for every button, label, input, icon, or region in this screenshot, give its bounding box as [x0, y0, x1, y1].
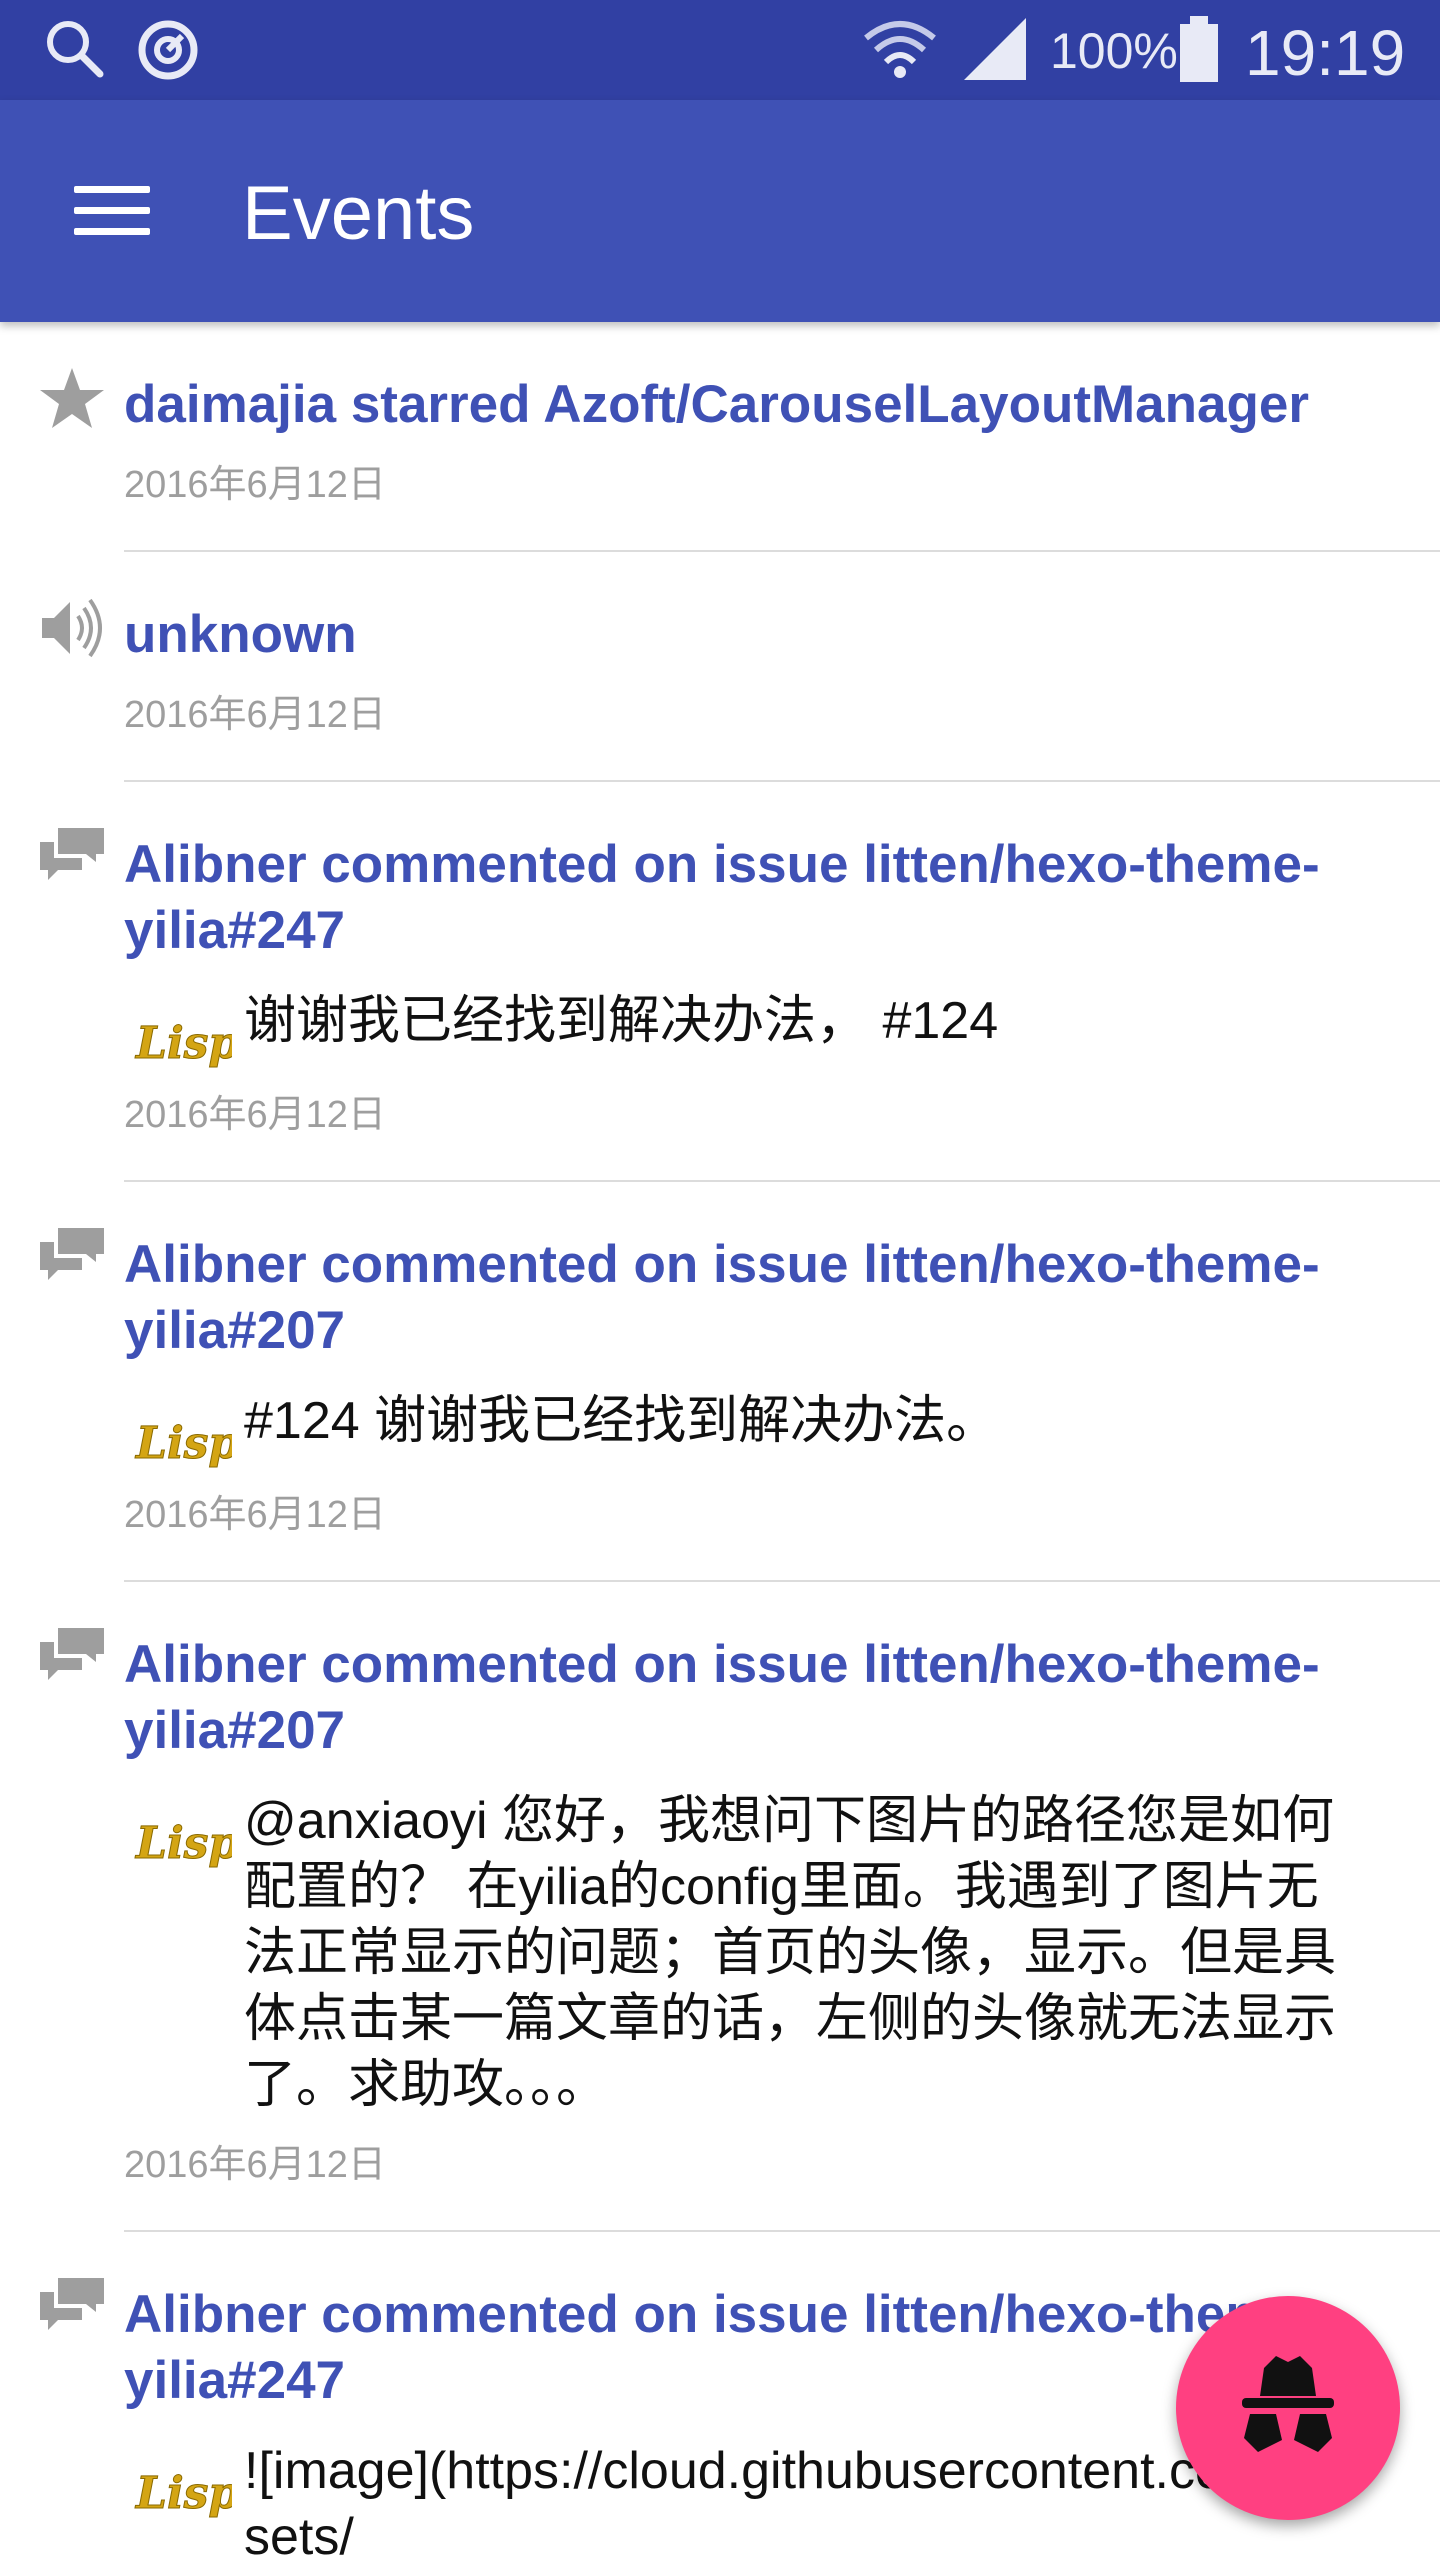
comment-text: @anxiaoyi 您好，我想问下图片的路径您是如何配置的？ 在yilia的co…	[244, 1792, 1337, 2114]
star-icon	[38, 364, 106, 432]
event-item[interactable]: daimajia starred Azoft/CarouselLayoutMan…	[0, 322, 1440, 552]
event-date: 2016年6月12日	[124, 694, 386, 736]
page-title: Events	[242, 171, 475, 256]
event-date: 2016年6月12日	[124, 1094, 386, 1136]
wifi-icon	[862, 14, 938, 91]
event-title[interactable]: daimajia starred Azoft/CarouselLayoutMan…	[124, 372, 1360, 438]
app-bar: Events	[0, 100, 1440, 322]
event-date: 2016年6月12日	[124, 1494, 386, 1536]
status-bar: 100% 19:19	[0, 0, 1440, 100]
event-item[interactable]: unknown 2016年6月12日	[0, 552, 1440, 782]
comment-text: #124 谢谢我已经找到解决办法。	[244, 1392, 999, 1450]
battery-icon	[1178, 14, 1220, 91]
search-icon	[40, 14, 110, 89]
avatar-logo: Lisp	[134, 1018, 232, 1069]
avatar[interactable]: Lisp	[132, 2460, 240, 2520]
comment-body: Lisp 谢谢我已经找到解决办法， #124	[124, 988, 1440, 1070]
comment-icon	[38, 824, 106, 892]
event-date: 2016年6月12日	[124, 464, 386, 506]
sync-icon	[132, 14, 204, 91]
signal-icon	[960, 14, 1032, 91]
event-title[interactable]: Alibner commented on issue litten/hexo-t…	[124, 832, 1360, 964]
incognito-fab[interactable]	[1176, 2296, 1400, 2520]
menu-button[interactable]	[60, 166, 164, 256]
avatar[interactable]: Lisp	[132, 1410, 240, 1470]
clock: 19:19	[1245, 17, 1406, 89]
comment-icon	[38, 1624, 106, 1692]
event-date: 2016年6月12日	[124, 2144, 386, 2186]
event-title[interactable]: Alibner commented on issue litten/hexo-t…	[124, 1232, 1360, 1364]
avatar-logo: Lisp	[134, 1418, 232, 1469]
comment-text: 谢谢我已经找到解决办法， #124	[244, 992, 999, 1050]
event-item[interactable]: Alibner commented on issue litten/hexo-t…	[0, 1182, 1440, 1582]
battery-percentage: 100%	[1050, 23, 1178, 79]
incognito-icon	[1242, 2356, 1334, 2452]
avatar[interactable]: Lisp	[132, 1810, 240, 1870]
event-title[interactable]: Alibner commented on issue litten/hexo-t…	[124, 2282, 1360, 2414]
comment-body: Lisp #124 谢谢我已经找到解决办法。	[124, 1388, 1440, 1470]
comment-icon	[38, 2274, 106, 2342]
event-item[interactable]: Alibner commented on issue litten/hexo-t…	[0, 1582, 1440, 2232]
comment-body: Lisp @anxiaoyi 您好，我想问下图片的路径您是如何配置的？ 在yil…	[124, 1788, 1440, 2118]
event-title[interactable]: Alibner commented on issue litten/hexo-t…	[124, 1632, 1360, 1764]
comment-icon	[38, 1224, 106, 1292]
event-list[interactable]: daimajia starred Azoft/CarouselLayoutMan…	[0, 322, 1440, 2560]
avatar[interactable]: Lisp	[132, 1010, 240, 1070]
event-item[interactable]: Alibner commented on issue litten/hexo-t…	[0, 782, 1440, 1182]
event-title[interactable]: unknown	[124, 602, 1360, 668]
speaker-icon	[38, 594, 106, 662]
avatar-logo: Lisp	[134, 2468, 232, 2519]
avatar-logo: Lisp	[134, 1818, 232, 1869]
